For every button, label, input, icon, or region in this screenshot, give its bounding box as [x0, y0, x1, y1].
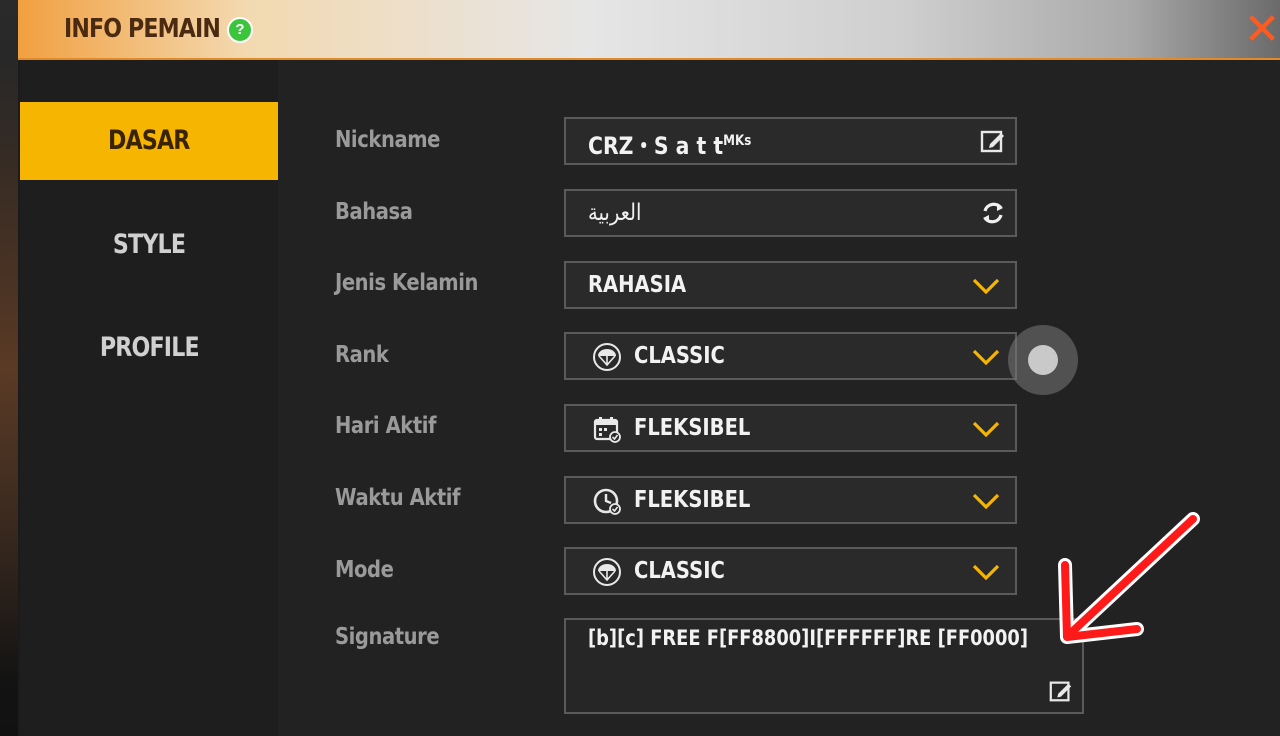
nickname-label: Nickname [335, 127, 441, 153]
mode-select[interactable]: CLASSIC [564, 547, 1017, 595]
sidebar-item-label: DASAR [108, 125, 190, 156]
sidebar: DASAR STYLE PROFILE [20, 60, 278, 736]
chevron-down-icon [972, 421, 1000, 438]
active-time-select[interactable]: FLEKSIBEL [564, 476, 1017, 524]
calendar-icon [593, 417, 621, 443]
active-time-label: Waktu Aktif [335, 485, 461, 511]
edit-icon[interactable] [1048, 678, 1074, 704]
parachute-icon [593, 558, 621, 586]
close-icon[interactable]: ✕ [1240, 8, 1280, 52]
mode-label: Mode [335, 557, 394, 583]
gender-value: RAHASIA [588, 272, 687, 298]
nickname-field[interactable]: CRZ・S a t tMKs [564, 117, 1017, 165]
sidebar-item-dasar[interactable]: DASAR [20, 102, 278, 180]
nickname-value: CRZ・S a t tMKs [588, 119, 751, 168]
chevron-down-icon [972, 278, 1000, 295]
touch-indicator [1008, 325, 1078, 395]
rank-value: CLASSIC [634, 343, 725, 369]
nickname-main: CRZ・S a t t [588, 132, 724, 160]
red-arrow-annotation [1058, 512, 1200, 644]
sidebar-item-style[interactable]: STYLE [20, 206, 278, 284]
rank-label: Rank [335, 342, 389, 368]
active-time-value: FLEKSIBEL [634, 487, 751, 513]
sidebar-item-label: STYLE [112, 229, 186, 260]
parachute-icon [593, 343, 621, 371]
active-days-select[interactable]: FLEKSIBEL [564, 404, 1017, 452]
mode-value: CLASSIC [634, 558, 725, 584]
active-days-value: FLEKSIBEL [634, 415, 751, 441]
help-icon[interactable]: ? [227, 17, 253, 43]
gender-label: Jenis Kelamin [335, 270, 479, 296]
language-label: Bahasa [335, 199, 413, 225]
chevron-down-icon [972, 493, 1000, 510]
gender-select[interactable]: RAHASIA [564, 261, 1017, 309]
signature-label: Signature [335, 624, 440, 650]
nickname-superscript: MKs [723, 133, 752, 149]
sidebar-item-profile[interactable]: PROFILE [20, 309, 278, 387]
signature-value: [b][c] FREE F[FF8800]I[FFFFFF]RE [FF0000… [588, 626, 1028, 650]
page-title: INFO PEMAIN [64, 14, 221, 44]
refresh-icon[interactable] [979, 199, 1007, 227]
language-field[interactable]: العربية [564, 189, 1017, 237]
chevron-down-icon [972, 349, 1000, 366]
chevron-down-icon [972, 564, 1000, 581]
header-bar: INFO PEMAIN ? ✕ [18, 0, 1280, 60]
edit-icon[interactable] [979, 127, 1007, 155]
clock-icon [593, 488, 621, 515]
language-value: العربية [588, 200, 642, 226]
touch-dot [1028, 345, 1058, 375]
sidebar-item-label: PROFILE [99, 332, 200, 363]
rank-select[interactable]: CLASSIC [564, 332, 1017, 380]
signature-field[interactable]: [b][c] FREE F[FF8800]I[FFFFFF]RE [FF0000… [564, 618, 1084, 714]
active-days-label: Hari Aktif [335, 413, 437, 439]
